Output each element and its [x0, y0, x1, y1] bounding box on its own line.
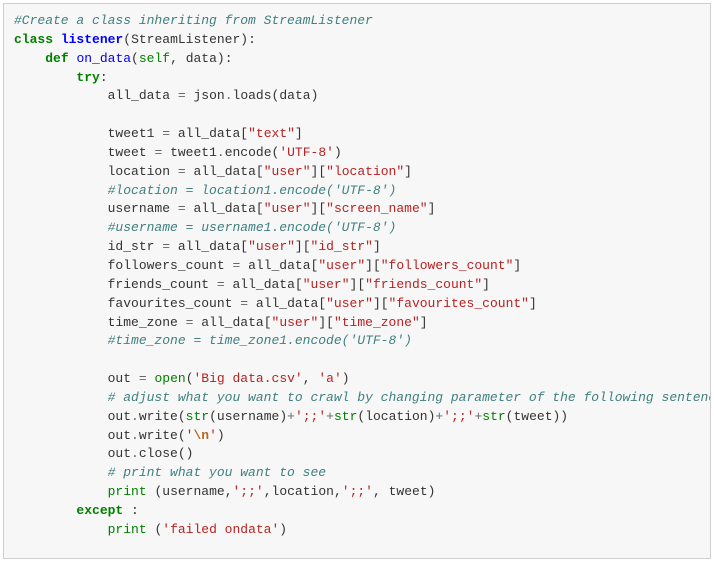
method-on-data: on_data — [76, 51, 131, 66]
class-name: listener — [61, 32, 123, 47]
comment: # print what you want to see — [108, 465, 326, 480]
comment: #username = username1.encode('UTF-8') — [108, 220, 397, 235]
comment: # adjust what you want to crawl by chang… — [108, 390, 711, 405]
keyword-class: class — [14, 32, 53, 47]
comment: #location = location1.encode('UTF-8') — [108, 183, 397, 198]
comment: #Create a class inheriting from StreamLi… — [14, 13, 373, 28]
comment: #time_zone = time_zone1.encode('UTF-8') — [108, 333, 412, 348]
code-block: #Create a class inheriting from StreamLi… — [3, 3, 711, 559]
